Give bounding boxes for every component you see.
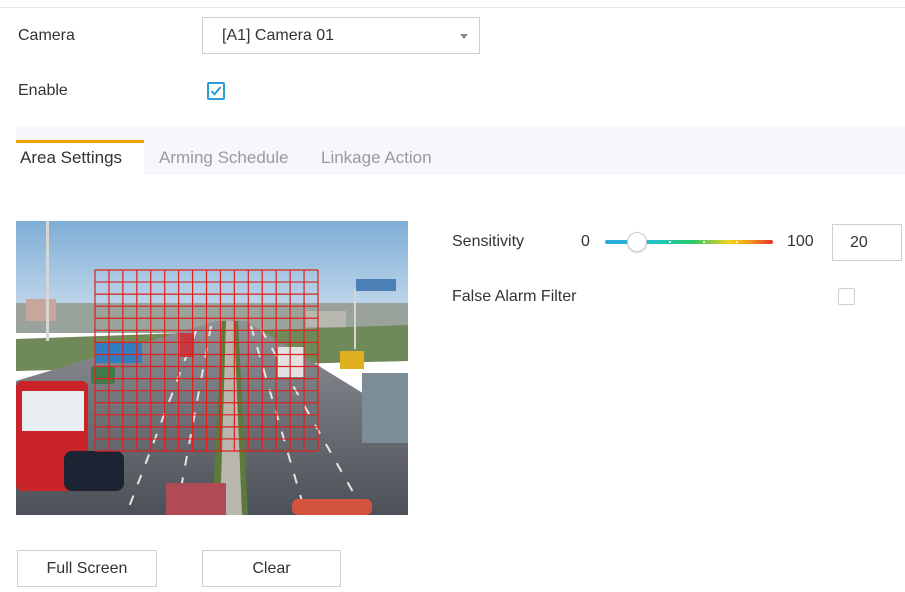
camera-select-value: [A1] Camera 01	[222, 27, 335, 44]
sensitivity-max-label: 100	[787, 233, 814, 250]
camera-label: Camera	[18, 27, 75, 44]
camera-preview[interactable]	[16, 221, 408, 515]
slider-tick	[736, 241, 738, 243]
enable-checkbox[interactable]	[207, 82, 225, 100]
full-screen-button[interactable]: Full Screen	[17, 550, 157, 587]
slider-tick	[669, 241, 671, 243]
top-divider	[0, 7, 905, 8]
false-alarm-filter-label: False Alarm Filter	[452, 288, 577, 305]
checkmark-icon	[210, 86, 222, 96]
tab-arming-schedule[interactable]: Arming Schedule	[159, 133, 288, 182]
false-alarm-filter-checkbox[interactable]	[838, 288, 855, 305]
sensitivity-slider-handle[interactable]	[627, 232, 647, 252]
slider-tick	[703, 241, 705, 243]
tab-area-settings[interactable]: Area Settings	[20, 133, 122, 182]
tab-linkage-action[interactable]: Linkage Action	[321, 133, 432, 182]
sensitivity-min-label: 0	[581, 233, 590, 250]
clear-button[interactable]: Clear	[202, 550, 341, 587]
chevron-down-icon	[460, 34, 468, 39]
sensitivity-label: Sensitivity	[452, 233, 525, 250]
enable-label: Enable	[18, 82, 68, 99]
sensitivity-value-input[interactable]: 20	[832, 224, 902, 261]
camera-select[interactable]: [A1] Camera 01	[202, 17, 480, 54]
